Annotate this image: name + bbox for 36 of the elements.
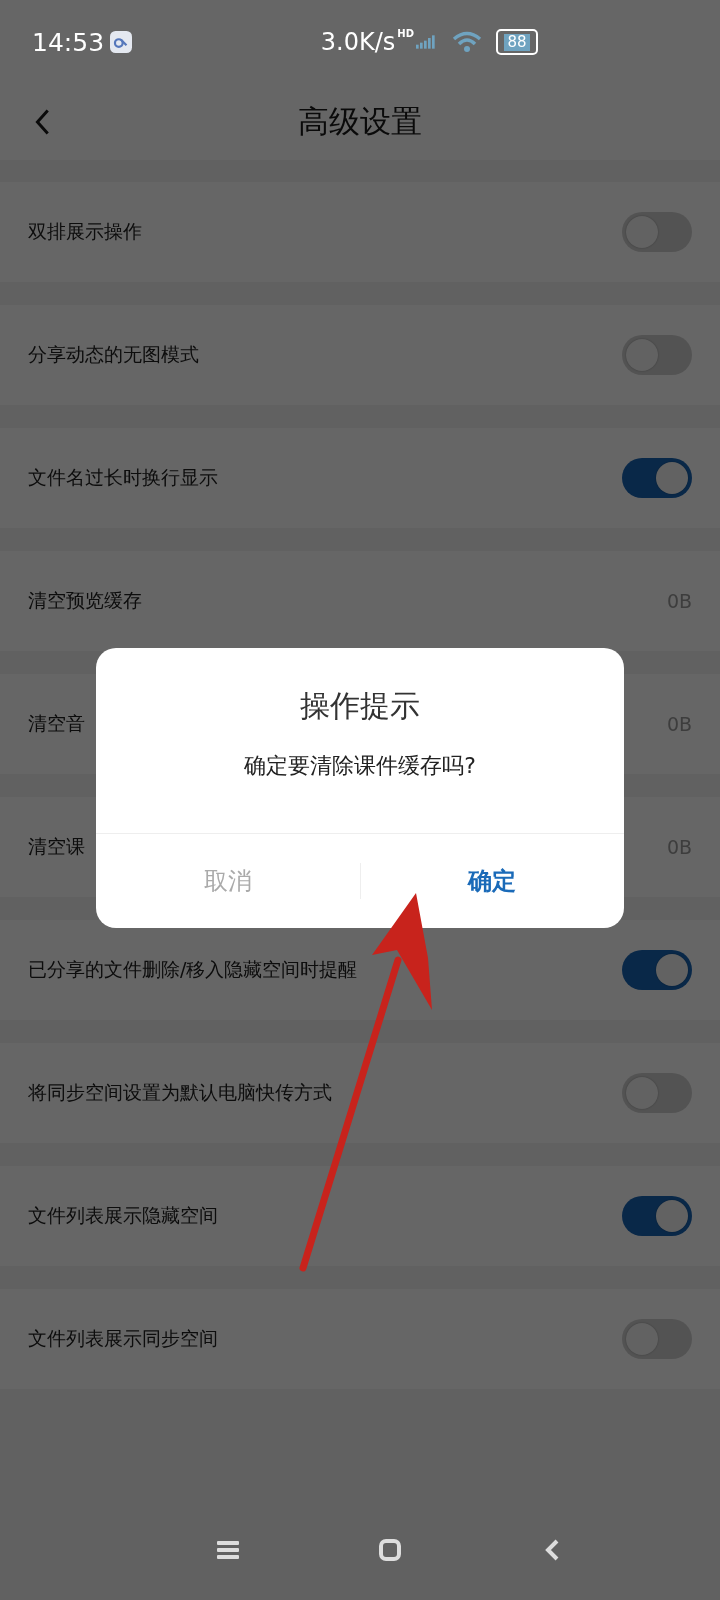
setting-label: 双排展示操作 bbox=[28, 219, 142, 244]
dialog-title: 操作提示 bbox=[300, 687, 420, 725]
back-icon[interactable] bbox=[34, 108, 50, 136]
setting-label: 清空课 bbox=[28, 834, 85, 859]
toggle-switch[interactable] bbox=[622, 1319, 692, 1359]
setting-label: 文件列表展示隐藏空间 bbox=[28, 1203, 218, 1228]
hd-label: HD bbox=[397, 28, 414, 39]
setting-label: 文件列表展示同步空间 bbox=[28, 1326, 218, 1351]
toggle-switch[interactable] bbox=[622, 212, 692, 252]
settings-row[interactable]: 双排展示操作 bbox=[0, 182, 720, 282]
home-icon[interactable] bbox=[379, 1539, 401, 1561]
settings-row[interactable]: 文件列表展示隐藏空间 bbox=[0, 1166, 720, 1266]
settings-row[interactable]: 分享动态的无图模式 bbox=[0, 305, 720, 405]
settings-row[interactable]: 文件列表展示同步空间 bbox=[0, 1289, 720, 1389]
app-notification-icon bbox=[110, 31, 133, 53]
toggle-switch[interactable] bbox=[622, 950, 692, 990]
setting-label: 将同步空间设置为默认电脑快传方式 bbox=[28, 1080, 332, 1105]
battery-level: 88 bbox=[504, 33, 530, 51]
status-time: 14:53 bbox=[32, 27, 105, 57]
settings-row[interactable]: 将同步空间设置为默认电脑快传方式 bbox=[0, 1043, 720, 1143]
toggle-switch[interactable] bbox=[622, 1073, 692, 1113]
network-speed: 3.0K/s bbox=[320, 28, 396, 56]
toggle-switch[interactable] bbox=[622, 1196, 692, 1236]
wifi-icon bbox=[452, 31, 482, 53]
toggle-switch[interactable] bbox=[622, 335, 692, 375]
page-title: 高级设置 bbox=[298, 102, 422, 141]
setting-label: 已分享的文件删除/移入隐藏空间时提醒 bbox=[28, 957, 358, 982]
menu-icon[interactable] bbox=[217, 1539, 239, 1561]
setting-label: 文件名过长时换行显示 bbox=[28, 465, 218, 490]
setting-label: 清空音 bbox=[28, 711, 85, 736]
setting-label: 清空预览缓存 bbox=[28, 588, 142, 613]
setting-label: 分享动态的无图模式 bbox=[28, 342, 199, 367]
toggle-switch[interactable] bbox=[622, 458, 692, 498]
settings-row[interactable]: 文件名过长时换行显示 bbox=[0, 428, 720, 528]
settings-row[interactable]: 已分享的文件删除/移入隐藏空间时提醒 bbox=[0, 920, 720, 1020]
dialog-message: 确定要清除课件缓存吗? bbox=[244, 752, 476, 780]
